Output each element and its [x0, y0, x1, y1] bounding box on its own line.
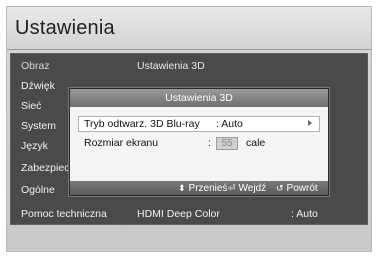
move-hint: ⬍ Przenieś	[178, 183, 228, 194]
sidebar-item-zabezpieczenia[interactable]: Zabezpiecz	[21, 162, 75, 174]
updown-arrows-icon: ⬍	[178, 183, 186, 193]
screen-size-label: Rozmiar ekranu	[84, 137, 159, 149]
enter-hint: ⏎ Wejdź	[228, 183, 267, 194]
page-title: Ustawienia	[15, 17, 115, 39]
sidebar-item-dzwiek[interactable]: Dźwięk	[21, 80, 55, 92]
sidebar-item-obraz[interactable]: Obraz	[21, 60, 50, 72]
dialog-title: Ustawienia 3D	[70, 89, 328, 107]
enter-icon: ⏎	[228, 183, 236, 193]
return-icon: ↺	[276, 183, 284, 193]
bluray-3d-mode-label: Tryb odtwarz. 3D Blu-ray	[84, 118, 200, 130]
sidebar-item-siec[interactable]: Sieć	[21, 100, 41, 112]
screen-size-colon: :	[208, 137, 211, 149]
dialog-footer: ⬍ Przenieś ⏎ Wejdź ↺ Powrót	[70, 181, 328, 195]
sidebar-item-pomoc[interactable]: Pomoc techniczna	[21, 208, 107, 220]
back-hint: ↺ Powrót	[276, 183, 318, 194]
screen-size-unit: cale	[246, 137, 266, 149]
bluray-3d-mode-value: : Auto	[216, 118, 243, 130]
hdmi-deep-color-label[interactable]: HDMI Deep Color	[137, 208, 220, 220]
chevron-right-icon	[308, 120, 312, 126]
sidebar-item-jezyk[interactable]: Język	[21, 140, 48, 152]
sidebar-item-system[interactable]: System	[21, 120, 56, 132]
hdmi-deep-color-value: : Auto	[291, 208, 318, 220]
3d-settings-dialog: Ustawienia 3D Tryb odtwarz. 3D Blu-ray :…	[69, 88, 329, 196]
submenu-item-3d-settings[interactable]: Ustawienia 3D	[137, 60, 205, 72]
screen-size-input[interactable]: 55	[216, 137, 238, 150]
sidebar-item-ogolne[interactable]: Ogólne	[21, 184, 55, 196]
title-bar: Ustawienia	[7, 7, 371, 50]
tv-settings-screen: Ustawienia Obraz Ustawienia 3D Dźwięk Si…	[6, 6, 372, 252]
